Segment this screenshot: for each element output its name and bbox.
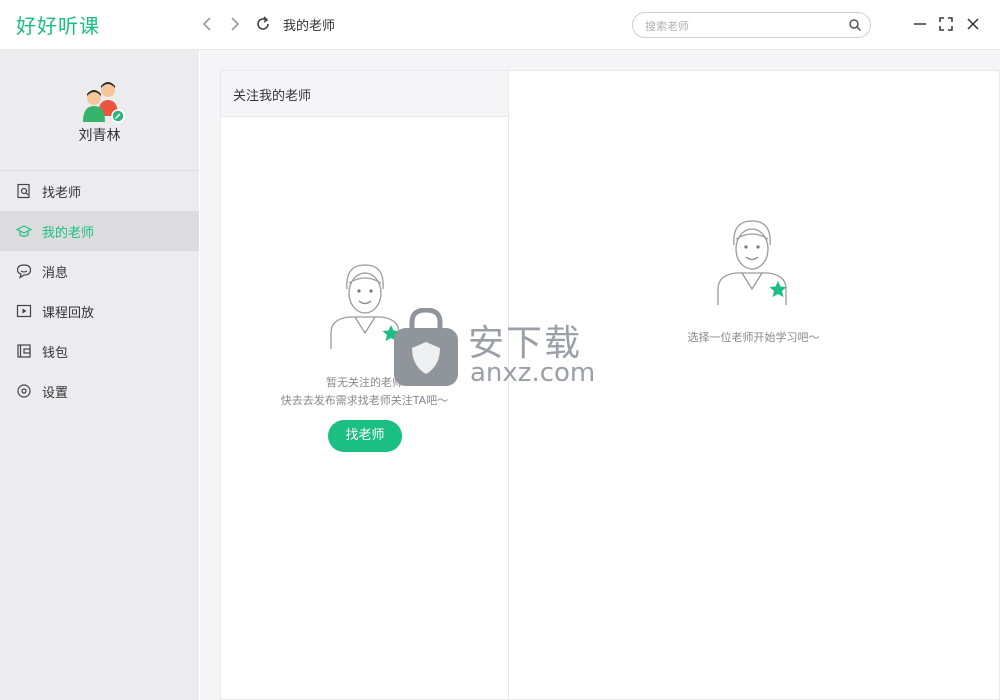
sidebar-item-label: 课程回放 <box>42 306 95 321</box>
close-icon[interactable] <box>963 14 983 34</box>
panel-title: 关注我的老师 <box>233 89 312 104</box>
sidebar: 刘青林 找老师 我的老师 消息 课程回放 钱包 设置 <box>0 50 199 700</box>
maximize-icon[interactable] <box>936 14 956 34</box>
wallet-icon <box>17 344 31 358</box>
title-bar: 好好听课 我的老师 <box>0 0 1000 50</box>
sidebar-item-settings[interactable]: 设置 <box>0 371 199 411</box>
user-name: 刘青林 <box>78 128 121 144</box>
search-input[interactable] <box>643 16 837 36</box>
minimize-icon[interactable] <box>910 14 930 34</box>
page-title: 我的老师 <box>283 19 336 34</box>
sidebar-item-label: 找老师 <box>42 186 82 201</box>
user-profile: 刘青林 <box>0 50 199 171</box>
back-arrow-icon[interactable] <box>198 14 216 34</box>
watermark: 安下载 anxz.com <box>390 308 610 390</box>
watermark-sub: anxz.com <box>470 358 596 388</box>
sidebar-item-course-replay[interactable]: 课程回放 <box>0 291 199 331</box>
sidebar-item-wallet[interactable]: 钱包 <box>0 331 199 371</box>
sidebar-item-find-teacher[interactable]: 找老师 <box>0 171 199 211</box>
settings-icon <box>17 384 31 398</box>
sidebar-item-messages[interactable]: 消息 <box>0 251 199 291</box>
play-icon <box>16 304 32 318</box>
empty-state-hint: 快去去发布需求找老师关注TA吧～ <box>280 394 449 407</box>
search-box <box>632 12 871 38</box>
sidebar-item-my-teachers[interactable]: 我的老师 <box>0 211 199 251</box>
find-teacher-button[interactable]: 找老师 <box>328 420 402 452</box>
panel-header: 关注我的老师 <box>221 71 508 117</box>
shield-lock-icon <box>394 308 458 386</box>
search-icon[interactable] <box>848 18 862 32</box>
sidebar-item-label: 钱包 <box>42 346 69 361</box>
sidebar-menu: 找老师 我的老师 消息 课程回放 钱包 设置 <box>0 171 199 411</box>
forward-arrow-icon[interactable] <box>226 14 244 34</box>
avatar[interactable] <box>80 78 126 126</box>
refresh-icon[interactable] <box>254 14 272 34</box>
app-logo: 好好听课 <box>16 14 100 38</box>
select-teacher-illustration-icon <box>717 220 787 305</box>
sidebar-item-label: 设置 <box>42 386 69 401</box>
graduation-cap-icon <box>16 225 32 237</box>
sidebar-item-label: 我的老师 <box>42 226 95 241</box>
sidebar-item-label: 消息 <box>42 266 69 281</box>
find-teacher-icon <box>17 183 30 199</box>
message-icon <box>16 264 32 279</box>
